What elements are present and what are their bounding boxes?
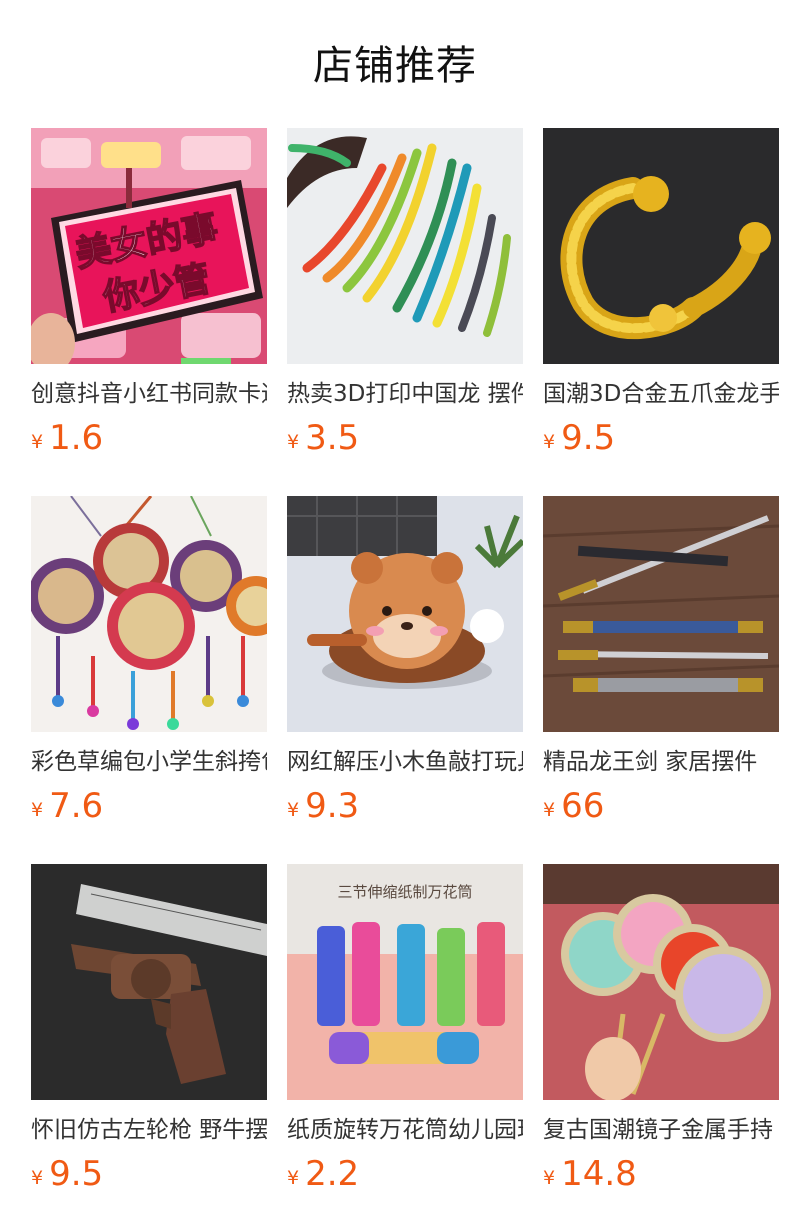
product-price: ¥9.5 [543, 418, 779, 464]
product-card[interactable]: 热卖3D打印中国龙 摆件玩具 ¥3.5 [287, 128, 523, 496]
price-value: 14.8 [561, 1154, 637, 1194]
currency-symbol: ¥ [287, 799, 300, 821]
hand-mirror-image [543, 864, 779, 1100]
gold-dragon-image [543, 128, 779, 364]
product-card[interactable]: 彩色草编包小学生斜挎包 ¥7.6 [31, 496, 267, 864]
product-name[interactable]: 彩色草编包小学生斜挎包 [31, 746, 267, 778]
currency-symbol: ¥ [543, 799, 556, 821]
price-value: 9.3 [305, 786, 360, 826]
revolver-image [31, 864, 267, 1100]
product-name[interactable]: 复古国潮镜子金属手持 [543, 1114, 779, 1146]
product-grid: 美女的事 你少管 创意抖音小红书同款卡通亚克力徽章 ¥1.6 [31, 128, 779, 1232]
product-price: ¥14.8 [543, 1154, 779, 1200]
page-title: 店铺推荐 [313, 43, 477, 89]
product-card[interactable]: 复古国潮镜子金属手持 ¥14.8 [543, 864, 779, 1232]
product-price: ¥1.6 [31, 418, 267, 464]
product-image[interactable]: 三节伸缩纸制万花筒 [287, 864, 523, 1100]
product-name[interactable]: 网红解压小木鱼敲打玩具 [287, 746, 523, 778]
product-name[interactable]: 怀旧仿古左轮枪 野牛摆件 [31, 1114, 267, 1146]
currency-symbol: ¥ [31, 799, 44, 821]
currency-symbol: ¥ [287, 1167, 300, 1189]
price-value: 9.5 [561, 418, 616, 458]
product-price: ¥2.2 [287, 1154, 523, 1200]
product-name[interactable]: 热卖3D打印中国龙 摆件玩具 [287, 378, 523, 410]
straw-bags-image [31, 496, 267, 732]
product-image[interactable] [543, 864, 779, 1100]
currency-symbol: ¥ [31, 1167, 44, 1189]
product-card[interactable]: 美女的事 你少管 创意抖音小红书同款卡通亚克力徽章 ¥1.6 [31, 128, 267, 496]
wooden-fish-image [287, 496, 523, 732]
kaleidoscope-image: 三节伸缩纸制万花筒 [287, 864, 523, 1100]
store-recommend-page: 店铺推荐 美女的事 你少管 创意抖音小红书同款卡 ¥ 1.6 热卖3D打印中国龙… [0, 0, 790, 1232]
product-image[interactable] [31, 496, 267, 732]
product-image[interactable] [543, 496, 779, 732]
currency-symbol: ¥ [31, 431, 44, 453]
product-image[interactable] [543, 128, 779, 364]
product-card[interactable]: 国潮3D合金五爪金龙手链 ¥9.5 [543, 128, 779, 496]
product-price: ¥9.3 [287, 786, 523, 832]
price-value: 1.6 [49, 418, 104, 458]
product-image[interactable] [287, 128, 523, 364]
product-image[interactable]: 美女的事 你少管 [31, 128, 267, 364]
dragons-image [287, 128, 523, 364]
price-value: 2.2 [305, 1154, 360, 1194]
price-value: 66 [561, 786, 605, 826]
product-name[interactable]: 创意抖音小红书同款卡通亚克力徽章 [31, 378, 267, 410]
product-card[interactable]: 三节伸缩纸制万花筒 纸质旋转万花筒幼儿园玩具 ¥2.2 [287, 864, 523, 1232]
product-card[interactable]: 怀旧仿古左轮枪 野牛摆件 ¥9.5 [31, 864, 267, 1232]
price-value: 7.6 [49, 786, 104, 826]
currency-symbol: ¥ [543, 1167, 556, 1189]
currency-symbol: ¥ [287, 431, 300, 453]
product-card[interactable]: 网红解压小木鱼敲打玩具 ¥9.3 [287, 496, 523, 864]
currency-symbol: ¥ [543, 431, 556, 453]
product-price: ¥66 [543, 786, 779, 832]
product-image[interactable] [287, 496, 523, 732]
swords-image [543, 496, 779, 732]
product-name[interactable]: 纸质旋转万花筒幼儿园玩具 [287, 1114, 523, 1146]
product-image[interactable] [31, 864, 267, 1100]
product-card[interactable]: 精品龙王剑 家居摆件 ¥66 [543, 496, 779, 864]
kaleidoscope-caption: 三节伸缩纸制万花筒 [337, 883, 472, 901]
price-value: 3.5 [305, 418, 360, 458]
product-price: ¥3.5 [287, 418, 523, 464]
product-name[interactable]: 精品龙王剑 家居摆件 [543, 746, 779, 778]
badge-image: 美女的事 你少管 [31, 128, 267, 364]
product-price: ¥9.5 [31, 1154, 267, 1200]
product-price: ¥7.6 [31, 786, 267, 832]
product-name[interactable]: 国潮3D合金五爪金龙手链 [543, 378, 779, 410]
price-value: 9.5 [49, 1154, 104, 1194]
